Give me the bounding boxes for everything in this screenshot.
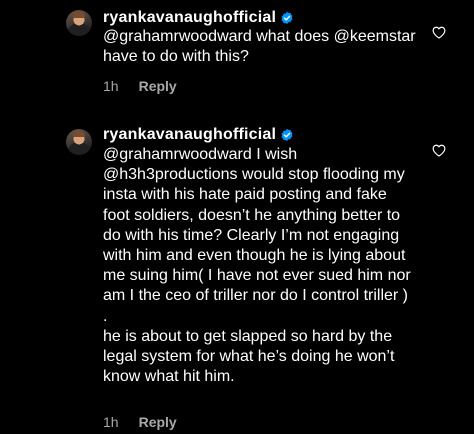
comment-2: ryankavanaughofficial @grahamrwoodward I… [0, 0, 474, 434]
comment-text: @grahamrwoodward I wish @h3h3productions… [103, 146, 411, 386]
username-row: ryankavanaughofficial [103, 125, 294, 145]
username[interactable]: ryankavanaughofficial [103, 125, 276, 145]
timestamp: 1h [103, 414, 119, 430]
comment-meta: 1h Reply [103, 413, 177, 431]
avatar[interactable] [66, 129, 92, 155]
reply-button[interactable]: Reply [139, 414, 177, 430]
like-heart-icon[interactable] [432, 144, 446, 157]
verified-badge-icon [281, 128, 293, 142]
